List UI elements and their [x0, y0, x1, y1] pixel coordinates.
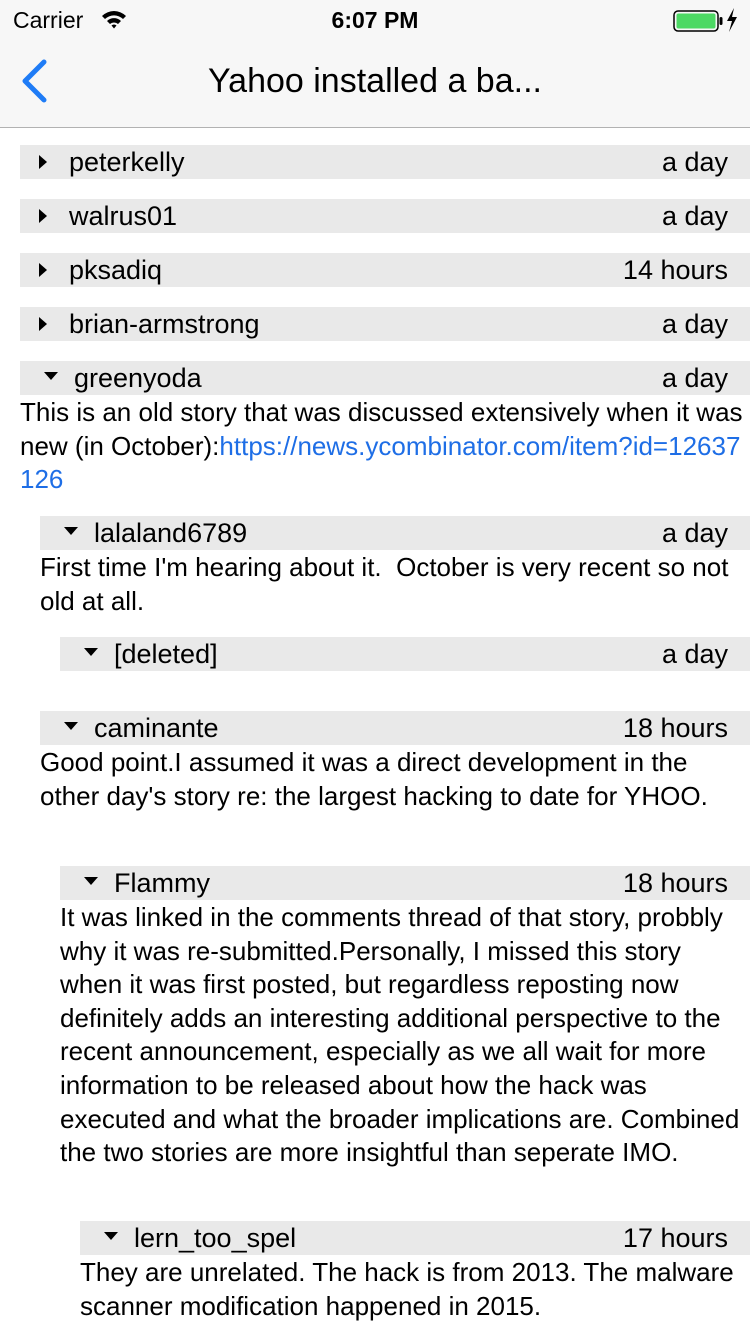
- expand-triangle-icon[interactable]: [32, 145, 56, 179]
- collapse-triangle-icon[interactable]: [98, 1221, 122, 1255]
- comment-age: 14 hours: [622, 255, 728, 285]
- collapse-triangle-icon[interactable]: [58, 711, 82, 745]
- comment-text: They are unrelated. The hack is from 201…: [80, 1257, 734, 1321]
- comment-header-row[interactable]: greenyoda a day: [20, 361, 750, 395]
- comment-header-row[interactable]: brian-armstrong a day: [20, 307, 750, 341]
- comment-author[interactable]: Flammy: [114, 867, 210, 899]
- comment-age: 18 hours: [622, 713, 728, 743]
- comment-age: a day: [661, 518, 728, 548]
- status-bar: Carrier 6:07 PM: [0, 0, 750, 40]
- comment-author[interactable]: caminante: [94, 712, 219, 744]
- comment-text: Good point.I assumed it was a direct dev…: [40, 747, 708, 811]
- comment-author[interactable]: pksadiq: [69, 254, 162, 286]
- comment-header-row[interactable]: Flammy 18 hours: [60, 866, 750, 900]
- collapse-triangle-icon[interactable]: [78, 637, 102, 671]
- comment-body: First time I'm hearing about it. October…: [40, 551, 740, 618]
- comment-text: It was linked in the comments thread of …: [60, 902, 740, 1168]
- comment-author[interactable]: greenyoda: [74, 362, 202, 394]
- battery-icon: [673, 10, 723, 37]
- comment-body: This is an old story that was discussed …: [20, 396, 748, 497]
- collapse-triangle-icon[interactable]: [78, 866, 102, 900]
- comment-body: It was linked in the comments thread of …: [60, 901, 748, 1170]
- comment-age: a day: [661, 639, 728, 669]
- comment-text: First time I'm hearing about it. October…: [40, 552, 736, 616]
- comment-author[interactable]: lern_too_spel: [134, 1222, 296, 1254]
- comment-header-row[interactable]: pksadiq 14 hours: [20, 253, 750, 287]
- clock: 6:07 PM: [331, 7, 419, 33]
- comment-author[interactable]: lalaland6789: [94, 517, 247, 549]
- collapse-triangle-icon[interactable]: [38, 361, 62, 395]
- comment-header-row[interactable]: walrus01 a day: [20, 199, 750, 233]
- comment-header-row[interactable]: [deleted] a day: [60, 637, 750, 671]
- comment-age: a day: [661, 309, 728, 339]
- expand-triangle-icon[interactable]: [32, 307, 56, 341]
- expand-triangle-icon[interactable]: [32, 199, 56, 233]
- comment-age: a day: [661, 147, 728, 177]
- charging-icon: [726, 8, 738, 37]
- comment-age: a day: [661, 363, 728, 393]
- expand-triangle-icon[interactable]: [32, 253, 56, 287]
- comment-header-row[interactable]: lern_too_spel 17 hours: [80, 1221, 750, 1255]
- comment-author[interactable]: peterkelly: [69, 146, 185, 178]
- comment-age: 17 hours: [622, 1223, 728, 1253]
- collapse-triangle-icon[interactable]: [58, 516, 82, 550]
- comment-author[interactable]: walrus01: [69, 200, 177, 232]
- navigation-bar: Yahoo installed a ba...: [0, 40, 750, 128]
- comment-author[interactable]: [deleted]: [114, 638, 218, 670]
- comment-author[interactable]: brian-armstrong: [69, 308, 260, 340]
- comment-body: Good point.I assumed it was a direct dev…: [40, 746, 748, 813]
- comment-header-row[interactable]: caminante 18 hours: [40, 711, 750, 745]
- comment-body: They are unrelated. The hack is from 201…: [80, 1256, 740, 1323]
- comment-age: 18 hours: [622, 868, 728, 898]
- comment-age: a day: [661, 201, 728, 231]
- page-title: Yahoo installed a ba...: [208, 62, 542, 100]
- comment-header-row[interactable]: lalaland6789 a day: [40, 516, 750, 550]
- comment-header-row[interactable]: peterkelly a day: [20, 145, 750, 179]
